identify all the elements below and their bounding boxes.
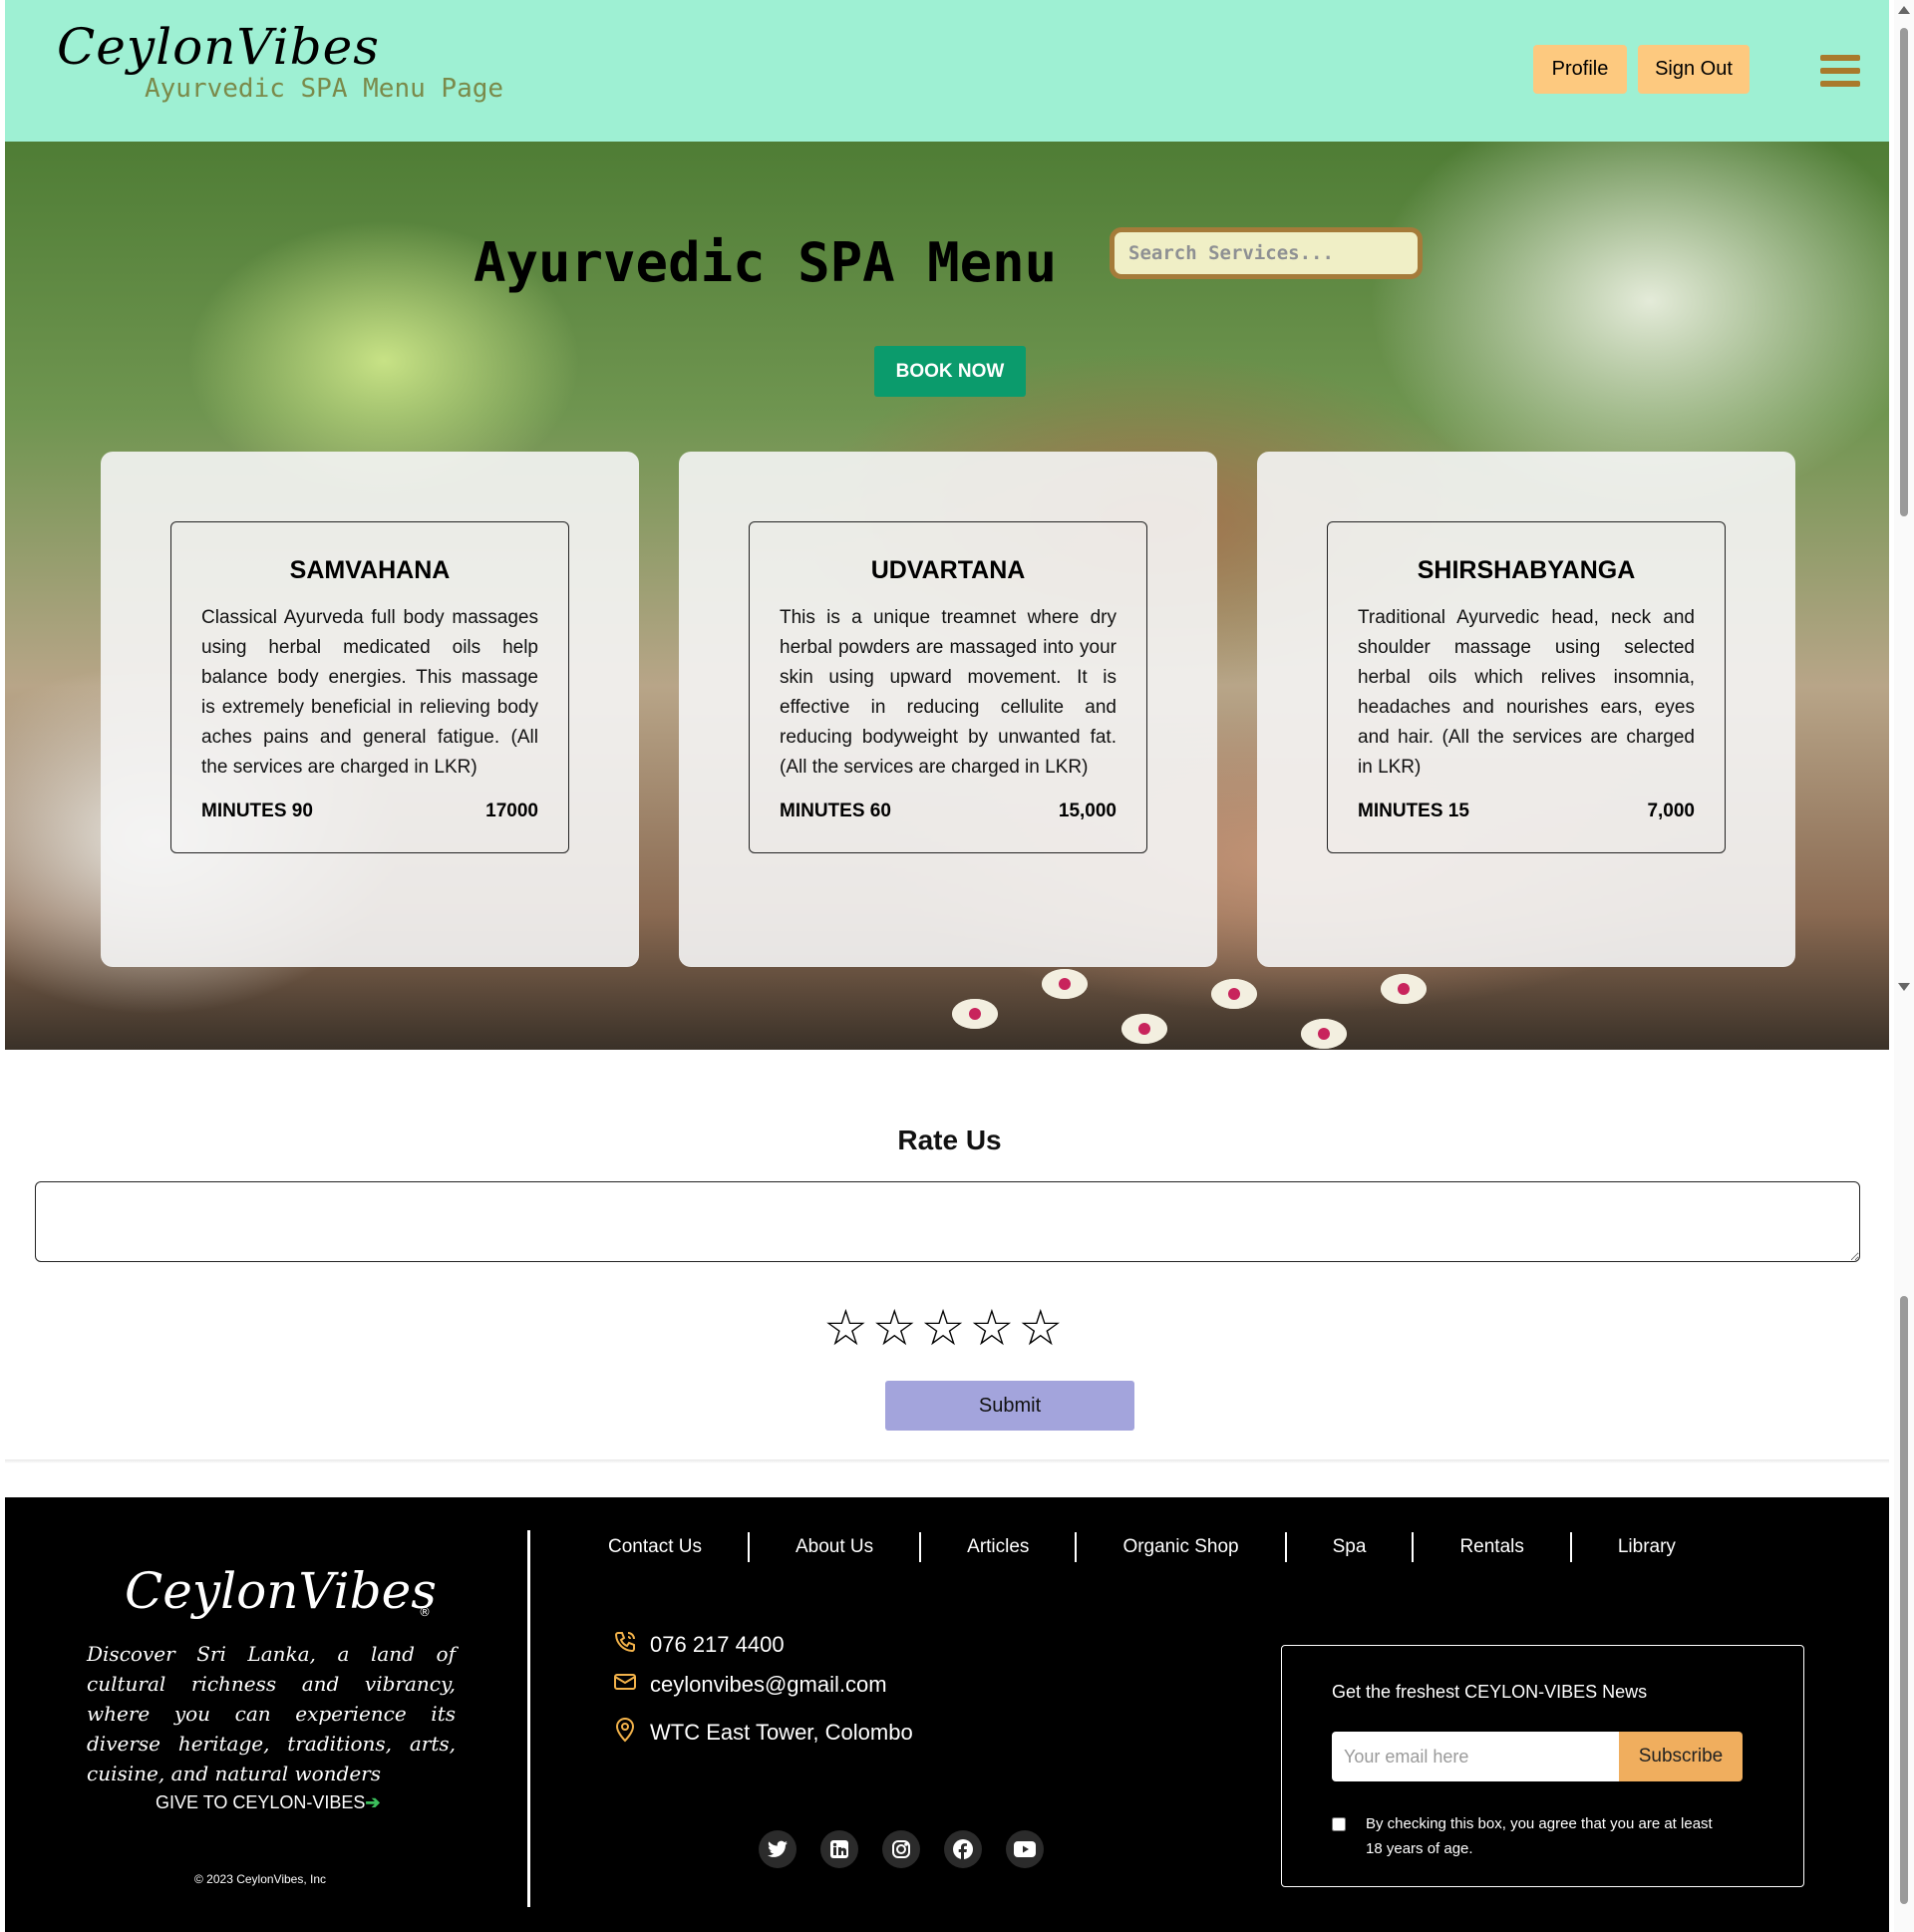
service-name: SHIRSHABYANGA	[1417, 556, 1636, 584]
service-price: 15,000	[1058, 801, 1116, 821]
mail-icon	[608, 1672, 642, 1698]
footer-link-spa[interactable]: Spa	[1287, 1536, 1413, 1558]
contact-phone: 076 217 4400	[608, 1630, 785, 1660]
decorative-flowers	[932, 959, 1530, 1050]
service-duration: MINUTES 90	[201, 801, 313, 821]
contact-address-value: WTC East Tower, Colombo	[650, 1720, 913, 1745]
site-footer: CeylonVibes ® Discover Sri Lanka, a land…	[5, 1497, 1889, 1932]
page-subtitle: Ayurvedic SPA Menu Page	[145, 74, 504, 104]
sign-out-button[interactable]: Sign Out	[1638, 45, 1750, 94]
give-link[interactable]: GIVE TO CEYLON-VIBES➔	[156, 1792, 381, 1813]
hamburger-menu-icon[interactable]	[1820, 55, 1860, 91]
contact-address: WTC East Tower, Colombo	[608, 1717, 913, 1749]
section-divider	[5, 1459, 1889, 1463]
page: CeylonVibes Ayurvedic SPA Menu Page Prof…	[0, 0, 1914, 1932]
footer-link-about[interactable]: About Us	[750, 1536, 919, 1558]
age-consent-checkbox[interactable]	[1332, 1817, 1346, 1831]
service-description: This is a unique treamnet where dry herb…	[780, 607, 1116, 778]
contact-phone-value[interactable]: 076 217 4400	[650, 1632, 785, 1658]
hero-title: Ayurvedic SPA Menu	[474, 231, 1058, 294]
phone-icon	[608, 1630, 642, 1660]
scrollbar-thumb[interactable]	[1900, 28, 1908, 516]
service-card: SAMVAHANA Classical Ayurveda full body m…	[101, 452, 639, 967]
profile-button[interactable]: Profile	[1533, 45, 1627, 94]
service-description: Classical Ayurveda full body massages us…	[201, 607, 538, 778]
service-price: 17000	[485, 801, 538, 821]
star-icon[interactable]: ☆	[823, 1300, 868, 1356]
review-textarea[interactable]	[35, 1181, 1860, 1262]
newsletter-box: Get the freshest CEYLON-VIBES News Subsc…	[1281, 1645, 1804, 1887]
site-logo[interactable]: CeylonVibes	[57, 18, 380, 76]
star-icon[interactable]: ☆	[921, 1300, 966, 1356]
contact-email-value[interactable]: ceylonvibes@gmail.com	[650, 1672, 887, 1698]
scroll-up-arrow-icon[interactable]	[1898, 6, 1910, 14]
give-link-label: GIVE TO CEYLON-VIBES	[156, 1792, 366, 1812]
star-rating: ☆ ☆ ☆ ☆ ☆	[823, 1300, 1063, 1356]
footer-link-contact[interactable]: Contact Us	[563, 1536, 748, 1558]
footer-tagline: Discover Sri Lanka, a land of cultural r…	[87, 1642, 456, 1785]
linkedin-icon[interactable]	[820, 1830, 858, 1868]
page-scrollbar[interactable]	[1894, 0, 1914, 1932]
registered-mark: ®	[419, 1605, 431, 1619]
location-pin-icon	[608, 1717, 642, 1749]
service-price: 7,000	[1647, 801, 1695, 821]
service-description: Traditional Ayurvedic head, neck and sho…	[1358, 607, 1695, 778]
star-icon[interactable]: ☆	[1018, 1300, 1063, 1356]
service-card-inner: UDVARTANA This is a unique treamnet wher…	[749, 521, 1147, 853]
footer-link-organic-shop[interactable]: Organic Shop	[1077, 1536, 1284, 1558]
service-card-inner: SHIRSHABYANGA Traditional Ayurvedic head…	[1327, 521, 1726, 853]
service-card: SHIRSHABYANGA Traditional Ayurvedic head…	[1257, 452, 1795, 967]
book-now-button[interactable]: BOOK NOW	[874, 346, 1026, 397]
service-name: SAMVAHANA	[289, 556, 451, 584]
facebook-icon[interactable]	[944, 1830, 982, 1868]
scroll-down-arrow-icon[interactable]	[1898, 983, 1910, 991]
hero-section: Ayurvedic SPA Menu BOOK NOW SAMVAHANA Cl…	[5, 142, 1889, 1050]
footer-link-library[interactable]: Library	[1572, 1536, 1722, 1558]
social-links	[759, 1830, 1044, 1868]
scrollbar-thumb[interactable]	[1900, 1296, 1908, 1904]
newsletter-email-input[interactable]	[1332, 1732, 1619, 1781]
subscribe-button[interactable]: Subscribe	[1619, 1732, 1743, 1781]
arrow-right-icon: ➔	[365, 1792, 381, 1812]
site-header: CeylonVibes Ayurvedic SPA Menu Page Prof…	[5, 0, 1889, 142]
search-input[interactable]	[1110, 227, 1423, 279]
footer-divider	[527, 1530, 530, 1907]
age-consent-label: By checking this box, you agree that you…	[1366, 1815, 1713, 1857]
footer-nav: Contact Us About Us Articles Organic Sho…	[563, 1532, 1722, 1562]
twitter-icon[interactable]	[759, 1830, 797, 1868]
rate-us-title: Rate Us	[897, 1125, 1002, 1155]
copyright: © 2023 CeylonVibes, Inc	[194, 1872, 327, 1886]
youtube-icon[interactable]	[1006, 1830, 1044, 1868]
service-name: UDVARTANA	[870, 556, 1026, 584]
newsletter-title: Get the freshest CEYLON-VIBES News	[1332, 1682, 1648, 1702]
service-duration: MINUTES 60	[780, 801, 891, 821]
footer-link-rentals[interactable]: Rentals	[1414, 1536, 1569, 1558]
contact-email: ceylonvibes@gmail.com	[608, 1672, 887, 1698]
service-card: UDVARTANA This is a unique treamnet wher…	[679, 452, 1217, 967]
service-duration: MINUTES 15	[1358, 801, 1469, 821]
submit-rating-button[interactable]: Submit	[885, 1381, 1134, 1431]
star-icon[interactable]: ☆	[872, 1300, 917, 1356]
footer-link-articles[interactable]: Articles	[921, 1536, 1075, 1558]
service-card-inner: SAMVAHANA Classical Ayurveda full body m…	[170, 521, 569, 853]
footer-logo: CeylonVibes	[125, 1562, 437, 1620]
star-icon[interactable]: ☆	[969, 1300, 1014, 1356]
instagram-icon[interactable]	[882, 1830, 920, 1868]
